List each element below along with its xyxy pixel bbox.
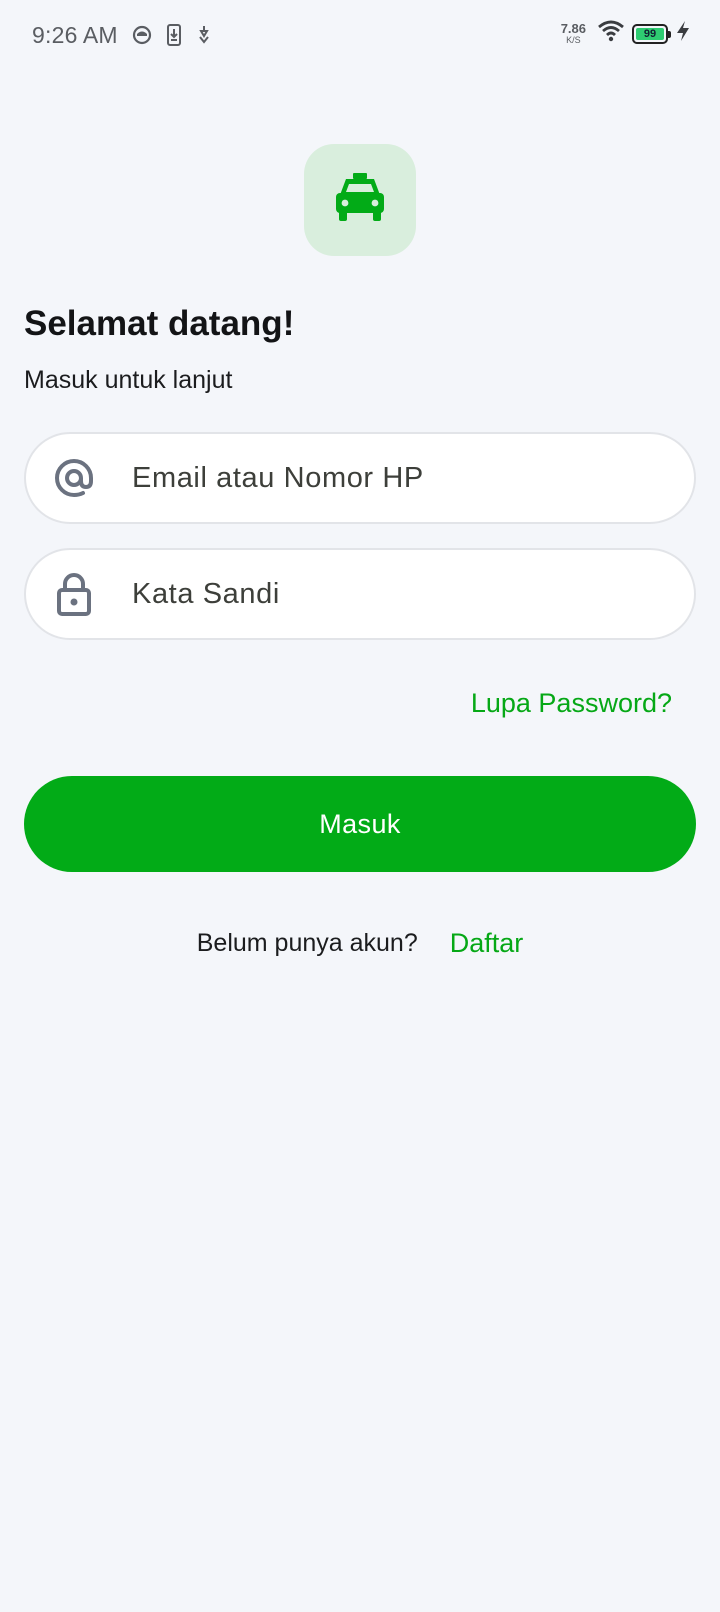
status-notification-icons	[132, 24, 212, 46]
app-notification-icon	[132, 25, 152, 45]
download-phone-icon	[166, 24, 182, 46]
page-title: Selamat datang!	[24, 304, 295, 343]
network-speed-unit: K/S	[566, 35, 581, 45]
lock-icon	[52, 572, 96, 616]
status-bar: 9:26 AM 7.86 K/S 99	[0, 0, 720, 72]
forgot-password-link[interactable]: Lupa Password?	[471, 688, 672, 719]
wifi-icon	[598, 20, 624, 47]
email-input[interactable]	[130, 460, 694, 496]
register-row: Belum punya akun? Daftar	[0, 928, 720, 959]
register-link[interactable]: Daftar	[450, 928, 524, 959]
status-time: 9:26 AM	[32, 22, 118, 48]
network-speed-value: 7.86	[560, 21, 586, 36]
app-logo	[304, 144, 416, 256]
usb-debug-icon	[196, 25, 212, 45]
password-input[interactable]	[130, 576, 694, 612]
charging-bolt-icon	[676, 20, 690, 47]
battery-icon: 99	[632, 23, 671, 44]
battery-level: 99	[643, 27, 657, 40]
status-system-icons: 7.86 K/S 99	[561, 20, 690, 47]
register-prompt: Belum punya akun?	[196, 929, 418, 957]
email-field[interactable]	[24, 432, 696, 524]
login-button[interactable]: Masuk	[24, 776, 696, 872]
page-subtitle: Masuk untuk lanjut	[24, 366, 233, 394]
password-field[interactable]	[24, 548, 696, 640]
network-speed: 7.86 K/S	[561, 22, 586, 45]
at-sign-icon	[52, 456, 96, 500]
taxi-icon	[334, 172, 386, 228]
